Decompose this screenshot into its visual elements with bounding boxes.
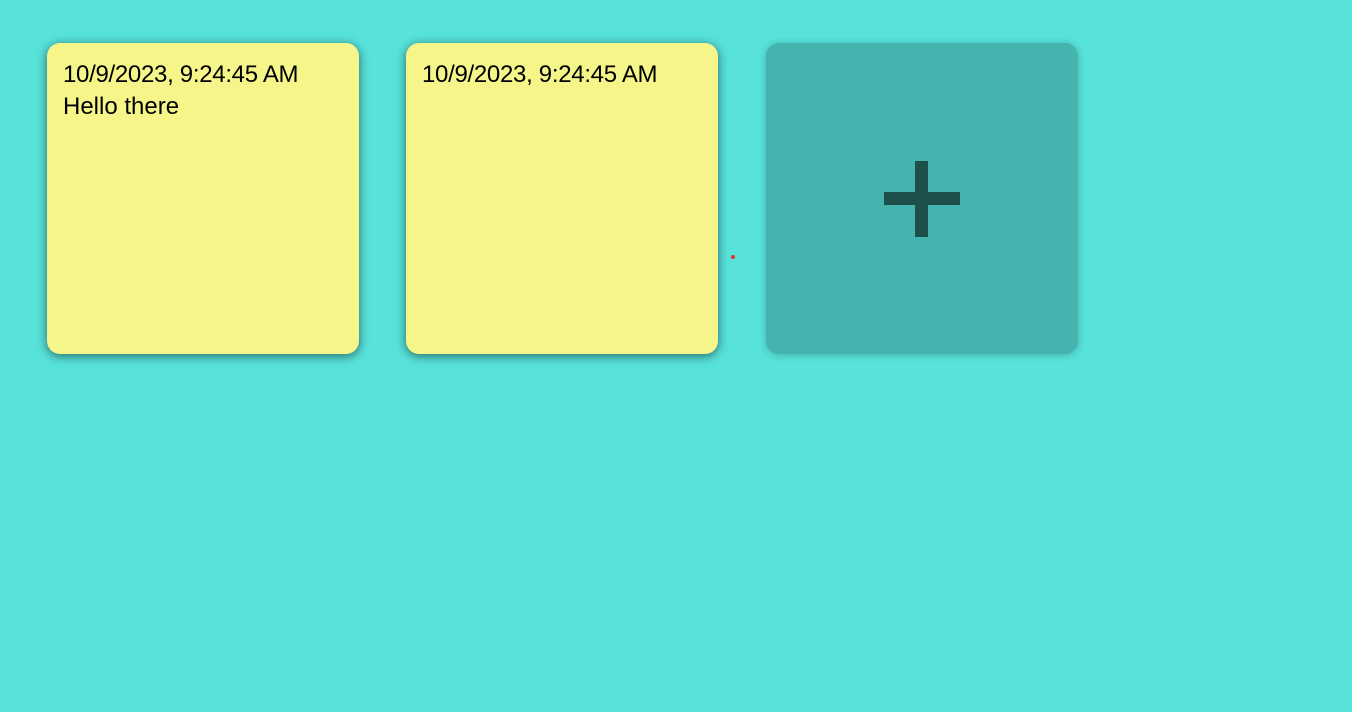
add-note-button[interactable] [766, 43, 1078, 354]
plus-icon [884, 161, 960, 237]
notes-board: 10/9/2023, 9:24:45 AM Hello there 10/9/2… [0, 0, 1352, 712]
cursor-indicator [731, 255, 735, 259]
note-timestamp: 10/9/2023, 9:24:45 AM [63, 61, 299, 88]
note-timestamp: 10/9/2023, 9:24:45 AM [422, 61, 658, 88]
note-content[interactable]: Hello there [63, 91, 343, 123]
sticky-note[interactable]: 10/9/2023, 9:24:45 AM Hello there [47, 43, 359, 354]
sticky-note[interactable]: 10/9/2023, 9:24:45 AM [406, 43, 718, 354]
